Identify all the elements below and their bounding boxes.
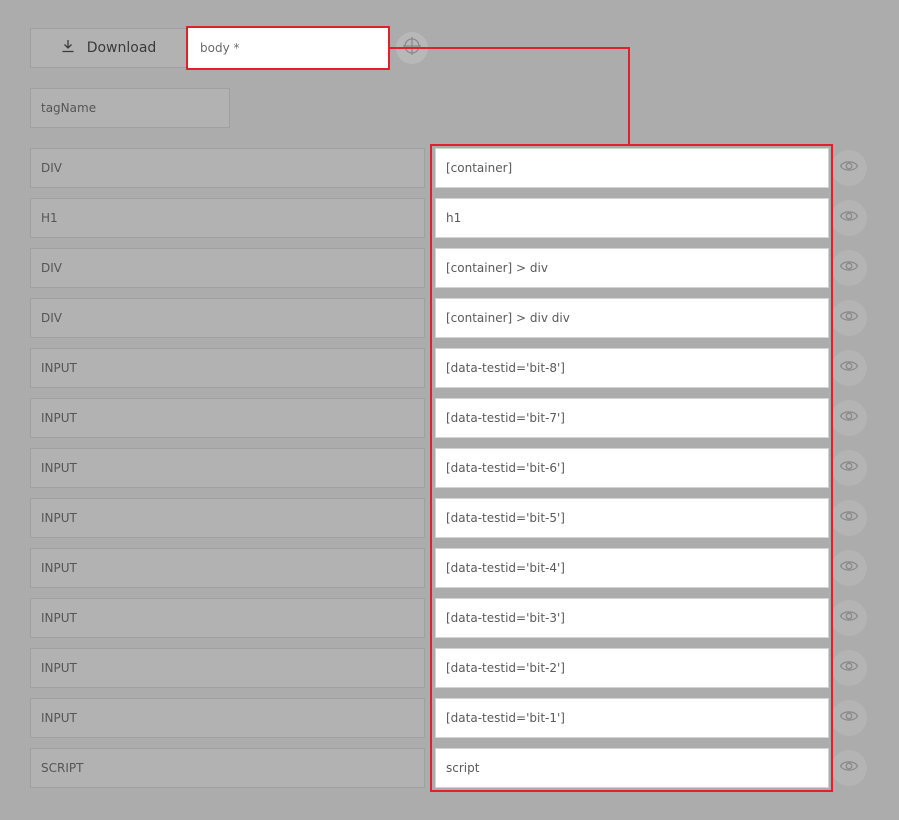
- tag-cell[interactable]: SCRIPT: [30, 748, 425, 788]
- tag-name-text: DIV: [41, 311, 62, 325]
- eye-icon: [839, 406, 859, 430]
- eye-button[interactable]: [831, 200, 867, 236]
- eye-icon: [839, 656, 859, 680]
- highlight-connector: [390, 47, 630, 49]
- eye-button[interactable]: [831, 450, 867, 486]
- eye-button[interactable]: [831, 250, 867, 286]
- eye-icon: [839, 706, 859, 730]
- eye-button[interactable]: [831, 350, 867, 386]
- eye-icon: [839, 606, 859, 630]
- download-icon: [61, 39, 75, 57]
- tag-name-text: INPUT: [41, 361, 77, 375]
- eye-icon: [839, 206, 859, 230]
- eye-button[interactable]: [831, 550, 867, 586]
- tag-cell[interactable]: DIV: [30, 298, 425, 338]
- eye-button[interactable]: [831, 150, 867, 186]
- eye-button[interactable]: [831, 500, 867, 536]
- eye-button[interactable]: [831, 750, 867, 786]
- tag-name-text: DIV: [41, 261, 62, 275]
- tag-cell[interactable]: INPUT: [30, 698, 425, 738]
- eye-button[interactable]: [831, 600, 867, 636]
- eye-icon: [839, 156, 859, 180]
- tag-name-placeholder: tagName: [41, 101, 97, 115]
- tag-name-text: SCRIPT: [41, 761, 84, 775]
- eye-icon: [839, 356, 859, 380]
- tag-name-text: INPUT: [41, 711, 77, 725]
- tag-cell[interactable]: H1: [30, 198, 425, 238]
- tag-cell[interactable]: DIV: [30, 248, 425, 288]
- eye-icon: [839, 506, 859, 530]
- root-selector-value: body *: [200, 41, 240, 55]
- tag-cell[interactable]: INPUT: [30, 398, 425, 438]
- tag-name-text: INPUT: [41, 511, 77, 525]
- tag-name-text: INPUT: [41, 561, 77, 575]
- eye-button[interactable]: [831, 700, 867, 736]
- tag-cell[interactable]: INPUT: [30, 348, 425, 388]
- eye-icon: [839, 256, 859, 280]
- download-button[interactable]: Download: [30, 28, 187, 68]
- tag-cell[interactable]: INPUT: [30, 548, 425, 588]
- tag-name-text: INPUT: [41, 661, 77, 675]
- tag-name-text: H1: [41, 211, 58, 225]
- highlight-connector: [628, 47, 630, 145]
- eye-button[interactable]: [831, 300, 867, 336]
- tag-cell[interactable]: INPUT: [30, 498, 425, 538]
- selector-highlight-frame: [430, 144, 833, 792]
- tag-name-filter-input[interactable]: tagName: [30, 88, 230, 128]
- tag-name-text: DIV: [41, 161, 62, 175]
- eye-icon: [839, 756, 859, 780]
- tag-name-text: INPUT: [41, 411, 77, 425]
- tag-name-text: INPUT: [41, 461, 77, 475]
- eye-icon: [839, 456, 859, 480]
- tag-name-text: INPUT: [41, 611, 77, 625]
- eye-icon: [839, 556, 859, 580]
- tag-cell[interactable]: INPUT: [30, 648, 425, 688]
- eye-button[interactable]: [831, 650, 867, 686]
- tag-cell[interactable]: INPUT: [30, 598, 425, 638]
- eye-button[interactable]: [831, 400, 867, 436]
- root-selector-input[interactable]: body *: [186, 26, 390, 70]
- eye-icon: [839, 306, 859, 330]
- tag-cell[interactable]: DIV: [30, 148, 425, 188]
- download-label: Download: [86, 40, 157, 56]
- tag-cell[interactable]: INPUT: [30, 448, 425, 488]
